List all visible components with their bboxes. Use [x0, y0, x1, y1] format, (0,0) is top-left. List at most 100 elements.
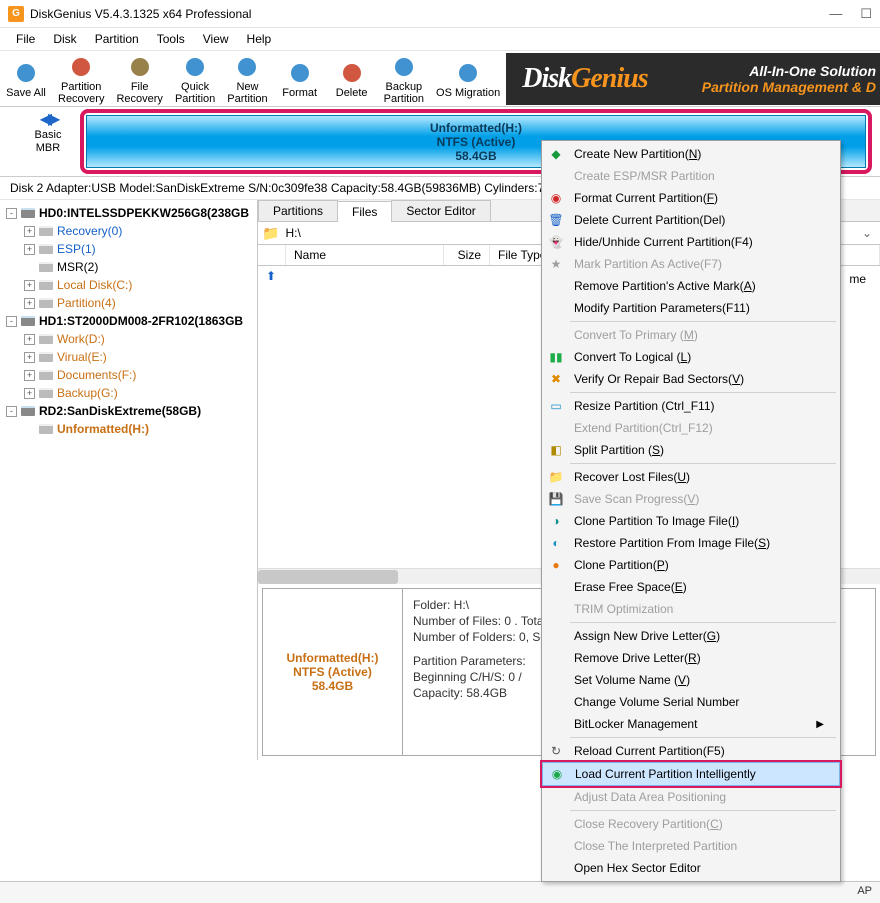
scroll-thumb[interactable]	[258, 570, 398, 584]
ctx-item[interactable]: BitLocker Management▶	[542, 713, 840, 735]
menu-view[interactable]: View	[195, 30, 237, 48]
ctx-item[interactable]: ◉Format Current Partition(F)	[542, 187, 840, 209]
col-icon[interactable]	[258, 245, 286, 265]
ctx-label: Create New Partition(N)	[574, 147, 701, 161]
tool-new-partition[interactable]: New Partition	[221, 51, 273, 107]
det-l2: NTFS (Active)	[293, 665, 372, 679]
tree-label: MSR(2)	[57, 260, 98, 274]
ctx-item[interactable]: Set Volume Name (V)	[542, 669, 840, 691]
chevron-down-icon[interactable]: ⌄	[858, 226, 876, 240]
tree-node[interactable]: -HD0:INTELSSDPEKKW256G8(238GB	[2, 204, 255, 222]
expand-icon[interactable]: +	[24, 334, 35, 345]
tool-backup-partition[interactable]: Backup Partition	[378, 51, 430, 107]
ctx-item[interactable]: Erase Free Space(E)	[542, 576, 840, 598]
expand-icon[interactable]: +	[24, 370, 35, 381]
ctx-item[interactable]: 🗑Delete Current Partition(Del)	[542, 209, 840, 231]
ctx-label: Change Volume Serial Number	[574, 695, 739, 709]
ctx-item[interactable]: Remove Drive Letter(R)	[542, 647, 840, 669]
ctx-item[interactable]: ◑Clone Partition To Image File(I)	[542, 510, 840, 532]
expand-icon[interactable]: +	[24, 280, 35, 291]
tree-node[interactable]: +Recovery(0)	[2, 222, 255, 240]
tool-delete[interactable]: Delete	[326, 51, 378, 107]
ctx-label: Verify Or Repair Bad Sectors(V)	[574, 372, 744, 386]
maximize-button[interactable]: ☐	[860, 6, 872, 22]
ctx-item: Close Recovery Partition(C)	[542, 813, 840, 835]
tool-save-all[interactable]: Save All	[0, 51, 52, 107]
expand-icon[interactable]: -	[6, 208, 17, 219]
tree-node[interactable]: MSR(2)	[2, 258, 255, 276]
ctx-item[interactable]: Open Hex Sector Editor	[542, 857, 840, 879]
col-size[interactable]: Size	[444, 245, 490, 265]
partition-icon	[39, 298, 53, 308]
separator	[570, 392, 836, 393]
ctx-item[interactable]: Change Volume Serial Number	[542, 691, 840, 713]
ctx-item[interactable]: ↻Reload Current Partition(F5)	[542, 740, 840, 762]
tree-label: Backup(G:)	[57, 386, 118, 400]
menu-disk[interactable]: Disk	[45, 30, 84, 48]
ctx-item[interactable]: ◐Restore Partition From Image File(S)	[542, 532, 840, 554]
menu-partition[interactable]: Partition	[87, 30, 147, 48]
tool-format[interactable]: Format	[274, 51, 326, 107]
tree-node[interactable]: Unformatted(H:)	[2, 420, 255, 438]
ctx-item[interactable]: ▮▮Convert To Logical (L)	[542, 346, 840, 368]
tree-label: RD2:SanDiskExtreme(58GB)	[39, 404, 201, 418]
separator	[570, 321, 836, 322]
det-l1: Unformatted(H:)	[287, 651, 379, 665]
ctx-item[interactable]: Modify Partition Parameters(F11)	[542, 297, 840, 319]
expand-icon[interactable]: +	[24, 352, 35, 363]
ctx-item[interactable]: ▭Resize Partition (Ctrl_F11)	[542, 395, 840, 417]
ctx-icon: ◆	[546, 146, 566, 162]
tab-files[interactable]: Files	[337, 201, 392, 222]
menu-file[interactable]: File	[8, 30, 43, 48]
ctx-label: Create ESP/MSR Partition	[574, 169, 715, 183]
col-name[interactable]: Name	[286, 245, 444, 265]
ctx-item[interactable]: ●Clone Partition(P)	[542, 554, 840, 576]
tree-node[interactable]: +Work(D:)	[2, 330, 255, 348]
tool-quick-partition[interactable]: Quick Partition	[169, 51, 221, 107]
ctx-label: Split Partition (S)	[574, 443, 664, 457]
backup-partition-icon	[389, 53, 419, 81]
ctx-icon	[546, 327, 566, 343]
tool-partition-recovery[interactable]: Partition Recovery	[52, 51, 110, 107]
ctx-item[interactable]: Assign New Drive Letter(G)	[542, 625, 840, 647]
ctx-item[interactable]: ◧Split Partition (S)	[542, 439, 840, 461]
tab-partitions[interactable]: Partitions	[258, 200, 338, 221]
menu-help[interactable]: Help	[239, 30, 280, 48]
expand-icon[interactable]: +	[24, 388, 35, 399]
ctx-label: Recover Lost Files(U)	[574, 470, 690, 484]
disk-icon	[21, 406, 35, 416]
ctx-item[interactable]: 👻Hide/Unhide Current Partition(F4)	[542, 231, 840, 253]
prev-disk-icon[interactable]: ◀	[40, 111, 48, 128]
expand-icon[interactable]: +	[24, 244, 35, 255]
tree-node[interactable]: +Partition(4)	[2, 294, 255, 312]
tree-node[interactable]: +ESP(1)	[2, 240, 255, 258]
tool-file-recovery[interactable]: File Recovery	[110, 51, 168, 107]
tree-node[interactable]: - RD2:SanDiskExtreme(58GB)	[2, 402, 255, 420]
menu-tools[interactable]: Tools	[149, 30, 193, 48]
ctx-item[interactable]: ◆ Create New Partition(N)	[542, 143, 840, 165]
tree-node[interactable]: +Local Disk(C:)	[2, 276, 255, 294]
next-disk-icon[interactable]: ▶	[48, 111, 56, 128]
ctx-item[interactable]: ◉Load Current Partition Intelligently	[542, 762, 840, 786]
partition-recovery-icon	[66, 53, 96, 81]
expand-icon[interactable]: -	[6, 406, 17, 417]
expand-icon[interactable]: -	[6, 316, 17, 327]
tab-sector-editor[interactable]: Sector Editor	[391, 200, 490, 221]
tree-node[interactable]: +Virual(E:)	[2, 348, 255, 366]
ctx-item[interactable]: ✖Verify Or Repair Bad Sectors(V)	[542, 368, 840, 390]
expand-icon[interactable]: +	[24, 298, 35, 309]
ctx-item[interactable]: 📁Recover Lost Files(U)	[542, 466, 840, 488]
expand-icon[interactable]: +	[24, 226, 35, 237]
status-bar: AP	[0, 881, 880, 903]
tool-label: File Recovery	[116, 81, 162, 105]
minimize-button[interactable]: —	[829, 6, 842, 22]
ctx-icon	[546, 168, 566, 184]
tree-node[interactable]: +Documents(F:)	[2, 366, 255, 384]
ctx-item[interactable]: Remove Partition's Active Mark(A)	[542, 275, 840, 297]
tree-node[interactable]: -HD1:ST2000DM008-2FR102(1863GB	[2, 312, 255, 330]
tree-node[interactable]: + Backup(G:)	[2, 384, 255, 402]
ctx-icon	[546, 628, 566, 644]
ctx-label: Reload Current Partition(F5)	[574, 744, 725, 758]
tool-os-migration[interactable]: OS Migration	[430, 51, 506, 107]
ctx-label: Remove Drive Letter(R)	[574, 651, 701, 665]
